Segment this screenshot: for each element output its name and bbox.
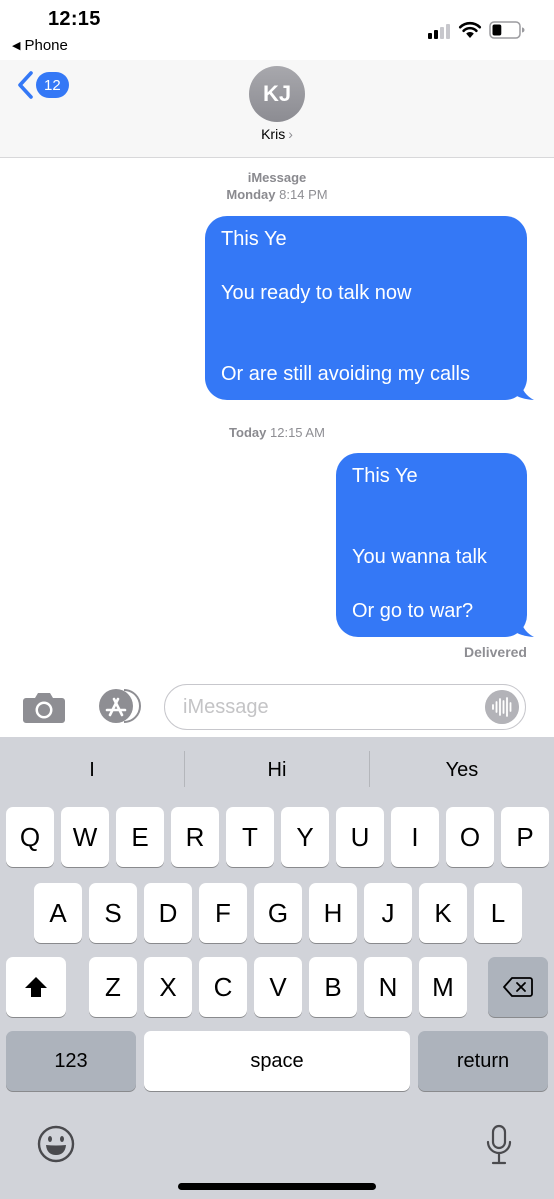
conversation-header: 12 KJ Kris ›	[0, 60, 554, 158]
key[interactable]: A	[34, 883, 82, 943]
key[interactable]: L	[474, 883, 522, 943]
wifi-icon	[458, 21, 482, 38]
key[interactable]: H	[309, 883, 357, 943]
return-key[interactable]: return	[418, 1031, 548, 1091]
timestamp-time: 8:14 PM	[279, 187, 328, 202]
delete-key[interactable]	[488, 957, 548, 1017]
back-to-conversations-button[interactable]: 12	[16, 70, 69, 100]
unread-count-badge: 12	[36, 72, 69, 98]
predictive-text-bar: I Hi Yes	[0, 737, 554, 803]
key[interactable]: Y	[281, 807, 329, 867]
key[interactable]: C	[199, 957, 247, 1017]
back-to-app-link[interactable]: ◀ Phone	[12, 37, 68, 54]
key[interactable]: Q	[6, 807, 54, 867]
timestamp-day: Monday	[226, 187, 276, 202]
key[interactable]: J	[364, 883, 412, 943]
key[interactable]: W	[61, 807, 109, 867]
key[interactable]: R	[171, 807, 219, 867]
camera-icon[interactable]	[22, 690, 66, 724]
key[interactable]: S	[89, 883, 137, 943]
suggestion[interactable]: Hi	[185, 737, 369, 803]
cellular-signal-icon	[428, 23, 454, 39]
key[interactable]: I	[391, 807, 439, 867]
message-input[interactable]	[164, 684, 526, 730]
back-app-label: Phone	[24, 37, 68, 54]
status-time: 12:15	[48, 8, 101, 30]
battery-icon	[489, 21, 525, 39]
key[interactable]: U	[336, 807, 384, 867]
message-line	[352, 571, 511, 598]
message-line	[221, 334, 511, 361]
key[interactable]: B	[309, 957, 357, 1017]
service-name: iMessage	[247, 170, 307, 185]
key[interactable]: Z	[89, 957, 137, 1017]
keyboard: I Hi Yes Q W E R T Y U I O P A S D F G H…	[0, 737, 554, 1199]
key[interactable]: D	[144, 883, 192, 943]
timestamp-day: Today	[229, 425, 267, 440]
key[interactable]: E	[116, 807, 164, 867]
app-store-icon[interactable]	[94, 688, 142, 724]
bubble-tail	[514, 617, 534, 637]
backspace-icon	[503, 977, 533, 997]
bubble-tail	[514, 380, 534, 400]
key[interactable]: M	[419, 957, 467, 1017]
key[interactable]: G	[254, 883, 302, 943]
message-line: You wanna talk	[352, 546, 487, 568]
key[interactable]: K	[419, 883, 467, 943]
chevron-left-icon	[18, 71, 33, 99]
delivery-status: Delivered	[463, 644, 527, 660]
key[interactable]: X	[144, 957, 192, 1017]
message-line: This Ye	[352, 465, 418, 487]
message-line	[352, 490, 511, 517]
home-indicator[interactable]	[178, 1183, 376, 1190]
suggestion[interactable]: Yes	[370, 737, 554, 803]
key[interactable]: O	[446, 807, 494, 867]
shift-arrow-icon	[25, 977, 47, 997]
message-line	[221, 307, 511, 334]
key[interactable]: N	[364, 957, 412, 1017]
timestamp: Today 12:15 AM	[0, 424, 554, 441]
shift-key[interactable]	[6, 957, 66, 1017]
contact-avatar[interactable]: KJ	[249, 66, 305, 122]
message-line: You ready to talk now	[221, 282, 412, 304]
message-line	[221, 253, 511, 280]
message-line: Or are still avoiding my calls	[221, 363, 470, 385]
message-bubble[interactable]: This Ye You wanna talk Or go to war?	[336, 453, 534, 637]
timestamp-time: 12:15 AM	[270, 425, 325, 440]
key[interactable]: P	[501, 807, 549, 867]
message-bubble[interactable]: This Ye You ready to talk now Or are sti…	[205, 216, 534, 400]
back-triangle-icon: ◀	[12, 40, 21, 52]
suggestion[interactable]: I	[0, 737, 184, 803]
message-line: Or go to war?	[352, 600, 474, 622]
audio-waveform-icon[interactable]	[485, 690, 519, 724]
contact-name-button[interactable]: Kris ›	[0, 126, 554, 142]
contact-name: Kris	[261, 126, 286, 142]
key[interactable]: T	[226, 807, 274, 867]
key[interactable]: V	[254, 957, 302, 1017]
emoji-icon[interactable]	[36, 1124, 76, 1164]
microphone-icon[interactable]	[484, 1124, 514, 1166]
service-label: iMessage	[0, 169, 554, 186]
key[interactable]: F	[199, 883, 247, 943]
numbers-key[interactable]: 123	[6, 1031, 136, 1091]
chevron-right-icon: ›	[288, 126, 293, 142]
message-line	[352, 517, 511, 544]
timestamp: Monday 8:14 PM	[0, 186, 554, 203]
space-key[interactable]: space	[144, 1031, 410, 1091]
message-line: This Ye	[221, 228, 287, 250]
